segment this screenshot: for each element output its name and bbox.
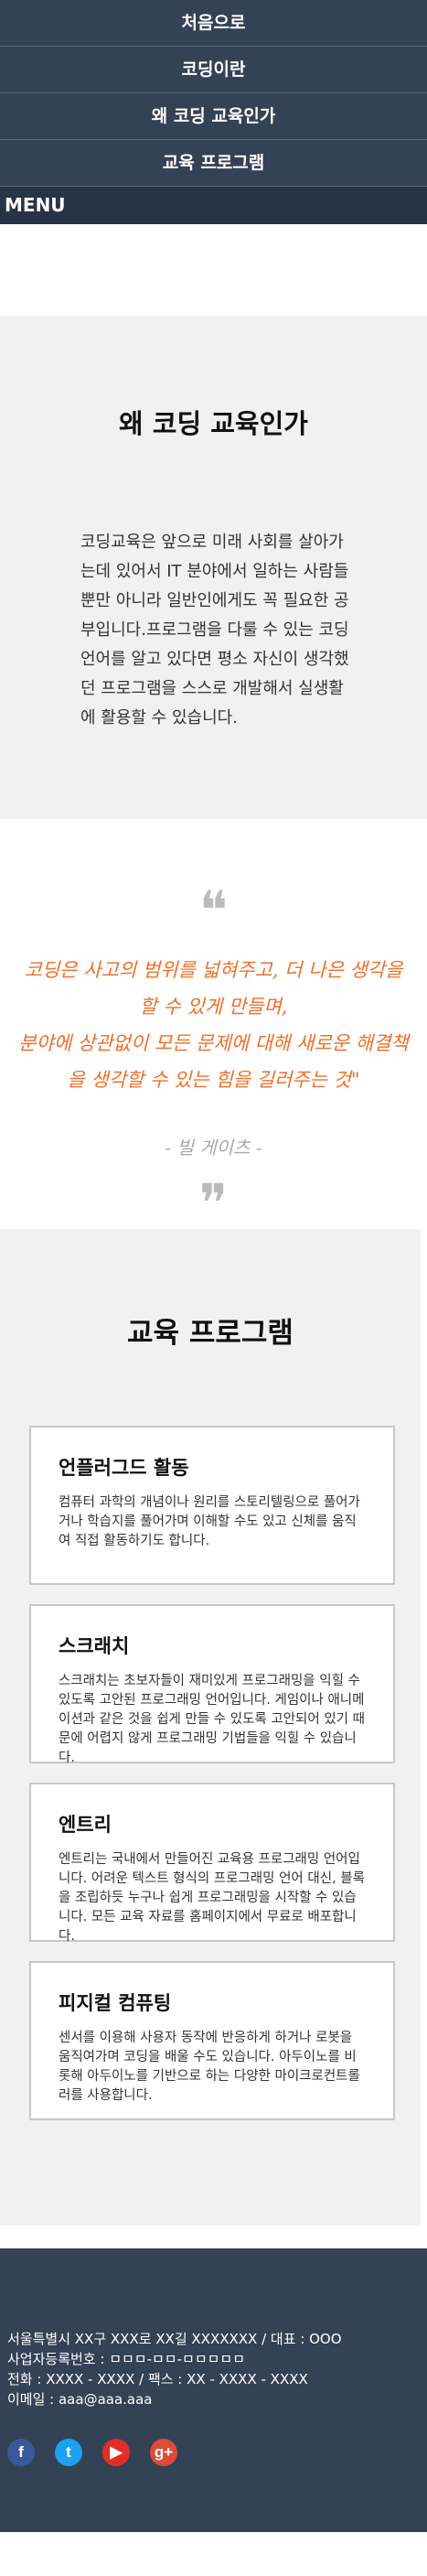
youtube-icon[interactable]: ▶ [102, 2439, 130, 2466]
footer-phone: 전화 : XXXX - XXXX / 팩스 : XX - XXXX - XXXX [7, 2371, 308, 2387]
quote-author: - 빌 게이츠 - [165, 1137, 262, 1159]
close-quote-icon: ❞ [198, 1172, 229, 1234]
card-title: 언플러그드 활동 [59, 1457, 189, 1479]
card-title: 피지컬 컴퓨팅 [59, 1992, 172, 2014]
program-card-entry: 엔트리 엔트리는 국내에서 만들어진 교육용 프로그래밍 언어입니다. 어려운 … [29, 1783, 395, 1944]
program-card-unplugged: 언플러그드 활동 컴퓨터 과학의 개념이나 원리를 스토리텔링으로 풀어가거나 … [29, 1426, 395, 1585]
nav-item-why-coding[interactable]: 왜 코딩 교육인가 [0, 93, 427, 140]
why-body: 코딩교육은 앞으로 미래 사회를 살아가는데 있어서 IT 분야에서 일하는 사… [80, 533, 349, 728]
footer-business-no: 사업자등록번호 : ㅁㅁㅁ-ㅁㅁ-ㅁㅁㅁㅁㅁ [7, 2351, 246, 2367]
program-card-scratch: 스크래치 스크래치는 초보자들이 재미있게 프로그래밍을 익힐 수 있도록 고안… [29, 1604, 395, 1765]
nav-item-programs[interactable]: 교육 프로그램 [0, 140, 427, 187]
menu-toggle[interactable]: MENU [0, 187, 427, 224]
quote-text: 코딩은 사고의 범위를 넓혀주고, 더 나은 생각을 할 수 있게 만들며, 분… [18, 952, 409, 1098]
quote-section: ❝ 코딩은 사고의 범위를 넓혀주고, 더 나은 생각을 할 수 있게 만들며,… [0, 819, 427, 1234]
twitter-icon[interactable]: t [55, 2439, 82, 2466]
google-plus-icon[interactable]: g+ [150, 2439, 177, 2466]
program-cards: 언플러그드 활동 컴퓨터 과학의 개념이나 원리를 스토리텔링으로 풀어가거나 … [0, 1426, 421, 2120]
card-body: 엔트리는 국내에서 만들어진 교육용 프로그래밍 언어입니다. 어려운 텍스트 … [59, 1852, 365, 1944]
card-title: 엔트리 [59, 1814, 112, 1836]
footer: 서울특별시 XX구 XXX로 XX길 XXXXXXX / 대표 : OOO 사업… [0, 2248, 427, 2532]
social-links: f t ▶ g+ [0, 2439, 427, 2466]
main-nav: 처음으로 코딩이란 왜 코딩 교육인가 교육 프로그램 MENU [0, 0, 427, 224]
open-quote-icon: ❝ [198, 879, 229, 942]
program-card-physical-computing: 피지컬 컴퓨팅 센서를 이용해 사용자 동작에 반응하게 하거나 로봇을 움직여… [29, 1961, 395, 2120]
quote-line-1: 코딩은 사고의 범위를 넓혀주고, 더 나은 생각을 할 수 있게 만들며, [24, 959, 403, 1018]
program-section: 교육 프로그램 언플러그드 활동 컴퓨터 과학의 개념이나 원리를 스토리텔링으… [0, 1229, 421, 2226]
why-title: 왜 코딩 교육인가 [119, 408, 308, 439]
card-title: 스크래치 [59, 1635, 130, 1657]
card-body: 컴퓨터 과학의 개념이나 원리를 스토리텔링으로 풀어가거나 학습지를 풀어가며… [59, 1495, 360, 1548]
card-body: 센서를 이용해 사용자 동작에 반응하게 하거나 로봇을 움직여가며 코딩을 배… [59, 2031, 360, 2103]
footer-address: 서울특별시 XX구 XXX로 XX길 XXXXXXX / 대표 : OOO [7, 2331, 342, 2347]
footer-email: 이메일 : aaa@aaa.aaa [7, 2391, 153, 2408]
card-body: 스크래치는 초보자들이 재미있게 프로그래밍을 익힐 수 있도록 고안된 프로그… [59, 1674, 365, 1765]
nav-item-home[interactable]: 처음으로 [0, 0, 427, 47]
spacer [0, 224, 427, 316]
facebook-icon[interactable]: f [7, 2439, 35, 2466]
program-title: 교육 프로그램 [127, 1317, 294, 1350]
nav-item-what-is-coding[interactable]: 코딩이란 [0, 47, 427, 93]
why-section: 왜 코딩 교육인가 코딩교육은 앞으로 미래 사회를 살아가는데 있어서 IT … [0, 316, 427, 819]
quote-line-2: 분야에 상관없이 모든 문제에 대해 새로운 해결책을 생각할 수 있는 힘을 … [18, 1032, 409, 1091]
